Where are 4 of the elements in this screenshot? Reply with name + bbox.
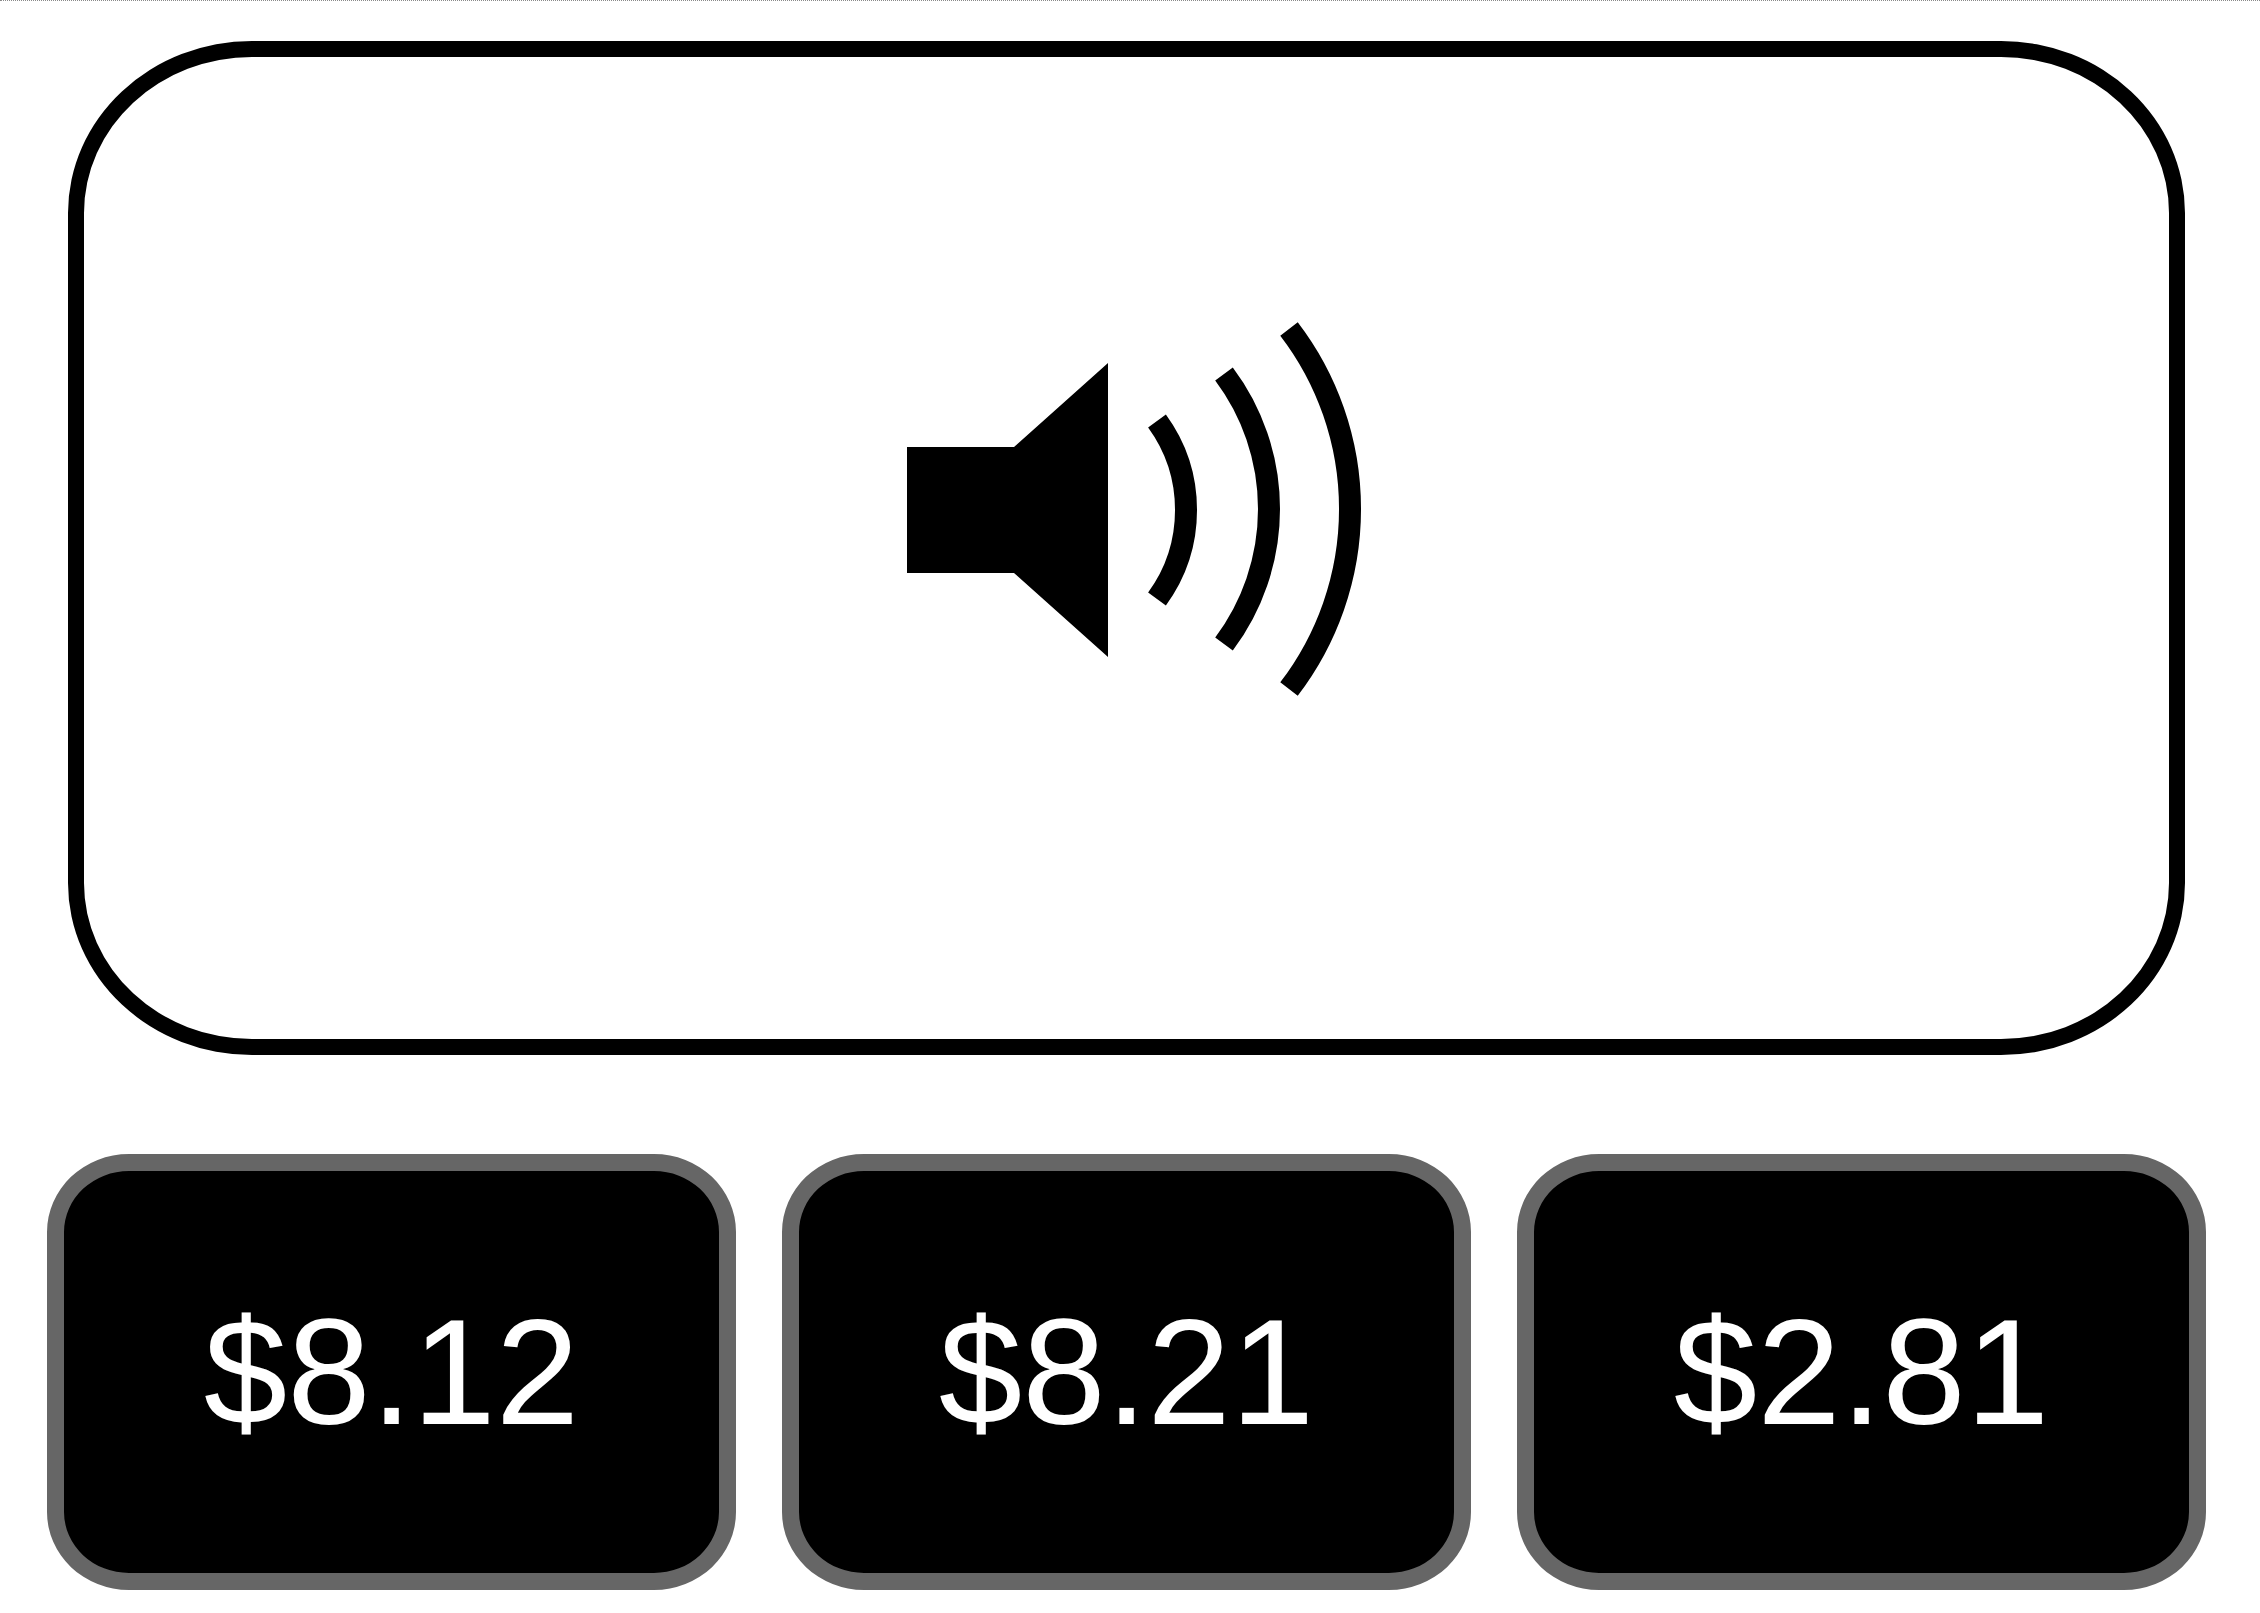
audio-card[interactable] (68, 41, 2185, 1055)
answer-button[interactable]: $2.81 (1517, 1154, 2206, 1590)
answer-button[interactable]: $8.12 (47, 1154, 736, 1590)
answer-button[interactable]: $8.21 (782, 1154, 1471, 1590)
